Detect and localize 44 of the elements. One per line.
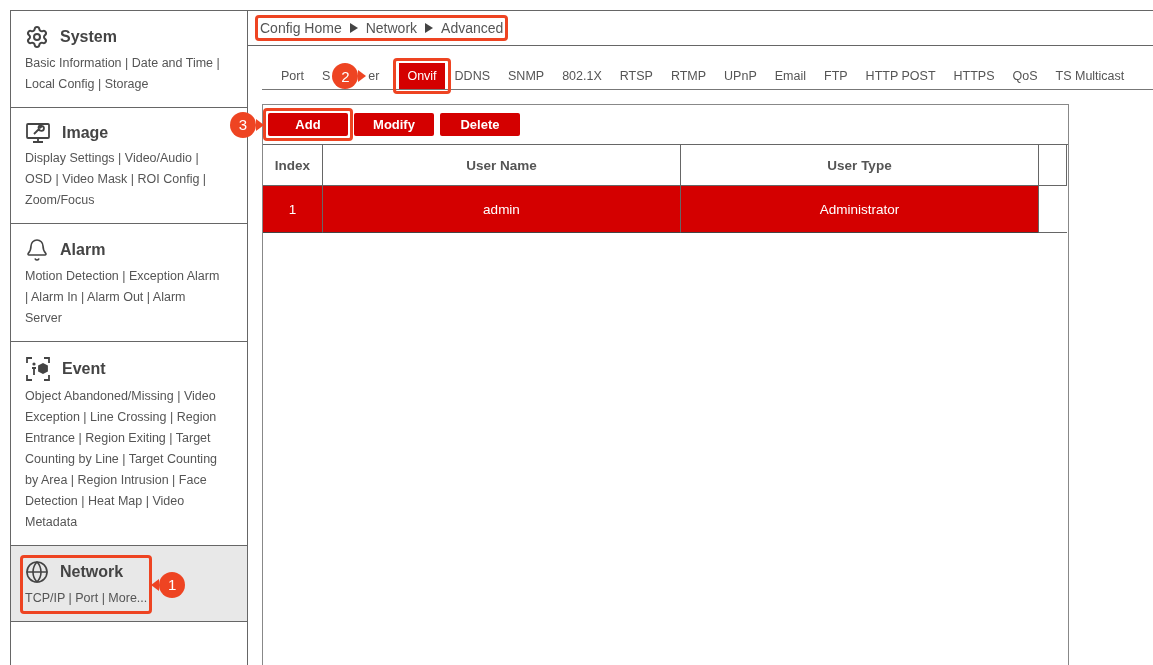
settings-icon bbox=[25, 25, 49, 49]
section-links[interactable]: Display Settings | Video/Audio | OSD | Video Mask | ROI Config | Zoom/Focus bbox=[25, 148, 225, 211]
step-badge: 1 bbox=[159, 571, 186, 598]
section-title: Event bbox=[62, 360, 106, 378]
tab[interactable]: UPnP bbox=[716, 63, 765, 89]
globe-icon bbox=[25, 560, 49, 584]
tab[interactable]: HTTP POST bbox=[857, 63, 944, 89]
bell-icon bbox=[25, 238, 49, 262]
section-title: Alarm bbox=[60, 241, 106, 259]
section-title: Image bbox=[62, 124, 109, 142]
breadcrumb-item[interactable]: Advanced bbox=[441, 20, 504, 36]
action-button[interactable]: Add bbox=[268, 113, 348, 136]
breadcrumb-arrow-icon bbox=[425, 23, 434, 33]
tab[interactable]: DDNS bbox=[446, 63, 498, 89]
section-title: System bbox=[60, 28, 117, 46]
tab[interactable]: 802.1X bbox=[554, 63, 610, 89]
section-links[interactable]: Basic Information | Date and Time | Local Config | Storage bbox=[25, 53, 225, 95]
tab[interactable]: RTSP bbox=[611, 63, 661, 89]
breadcrumb-item[interactable]: Config Home bbox=[260, 20, 342, 36]
table-cell[interactable]: admin bbox=[323, 186, 681, 233]
section-links[interactable]: TCP/IP | Port | More... bbox=[25, 588, 148, 609]
tab[interactable]: SNMP bbox=[500, 63, 553, 89]
table-cell[interactable]: 1 bbox=[263, 186, 323, 233]
monitor-wrench-icon bbox=[25, 122, 51, 144]
highlight-frame bbox=[393, 58, 451, 94]
tab[interactable]: FTP bbox=[816, 63, 856, 89]
tab[interactable]: RTMP bbox=[662, 63, 715, 89]
tab[interactable]: HTTPS bbox=[945, 63, 1003, 89]
breadcrumb-arrow-icon bbox=[349, 23, 358, 33]
breadcrumb-item[interactable]: Network bbox=[365, 20, 418, 36]
section-links[interactable]: Object Abandoned/Missing | Video Exception | Line Crossing | Region Entrance | Region Exiting | Target Counting by Line | Target Counting by Area | Region Intrusion | Face Detection | Heat Map | Video Metadata bbox=[25, 386, 225, 533]
tab[interactable]: QoS bbox=[1004, 63, 1046, 89]
person-box-icon bbox=[25, 356, 51, 382]
section-links[interactable]: Motion Detection | Exception Alarm | Alarm In | Alarm Out | Alarm Server bbox=[25, 266, 225, 329]
section-title: Network bbox=[60, 563, 124, 581]
tab[interactable]: TS Multicast bbox=[1047, 63, 1133, 89]
action-button[interactable]: Modify bbox=[354, 113, 434, 136]
action-button[interactable]: Delete bbox=[440, 113, 520, 136]
tab[interactable]: Port bbox=[273, 63, 312, 89]
tab[interactable]: Email bbox=[766, 63, 814, 89]
table-cell[interactable]: Administrator bbox=[681, 186, 1039, 233]
sidebar-section[interactable]: Network TCP/IP | Port | More... 1 bbox=[11, 546, 247, 622]
step-badge: 2 bbox=[332, 63, 359, 89]
tab[interactable]: Onvif bbox=[399, 63, 445, 89]
